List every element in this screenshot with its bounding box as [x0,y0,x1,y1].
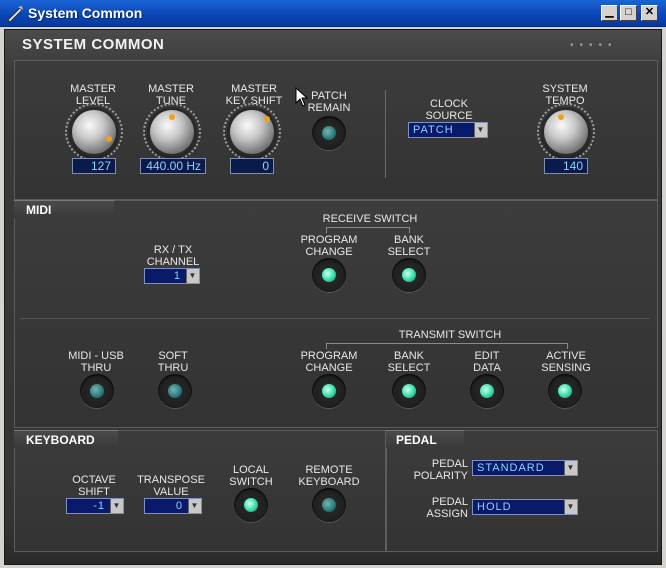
rx-bank-select-led[interactable] [392,258,426,292]
bracket-tick [326,227,327,233]
tx-active-sensing-led[interactable] [548,374,582,408]
pedal-title: PEDAL [396,433,437,447]
tx-active-sensing-label: ACTIVE SENSING [541,350,591,374]
app-icon [7,6,23,22]
transmit-switch-title: TRANSMIT SWITCH [398,329,502,341]
clock-source-label: CLOCK SOURCE [425,98,473,122]
rx-tx-channel-dropdown[interactable]: 1 ▼ [144,268,200,284]
soft-thru-label: SOFT THRU [157,350,189,374]
rx-program-change-led[interactable] [312,258,346,292]
remote-keyboard-label: REMOTE KEYBOARD [298,464,360,488]
local-switch-led[interactable] [234,488,268,522]
title-bar: System Common ▁ □ ✕ [0,0,666,27]
master-level-value[interactable]: 127 [72,158,116,174]
page-title: SYSTEM COMMON [22,36,165,53]
octave-shift-label: OCTAVE SHIFT [72,474,116,498]
decor-dots: ••••• [570,40,618,51]
chevron-down-icon: ▼ [188,499,201,513]
receive-switch-bracket [326,227,410,228]
patch-remain-led[interactable] [312,116,346,150]
receive-switch-title: RECEIVE SWITCH [322,213,418,225]
pedal-polarity-dropdown[interactable]: STANDARD ▼ [472,460,578,476]
rx-tx-channel-label: RX / TX CHANNEL [146,244,200,268]
clock-source-dropdown[interactable]: PATCH ▼ [408,122,488,138]
master-tune-knob[interactable] [143,103,201,161]
master-key-shift-knob[interactable] [223,103,281,161]
remote-keyboard-led[interactable] [312,488,346,522]
system-tempo-knob[interactable] [537,103,595,161]
maximize-icon: □ [625,6,632,18]
tx-program-change-label: PROGRAM CHANGE [300,350,358,374]
pedal-assign-label: PEDAL ASSIGN [426,496,468,520]
window-title: System Common [28,5,143,21]
minimize-button[interactable]: ▁ [601,5,618,21]
maximize-button[interactable]: □ [620,5,637,21]
chevron-down-icon: ▼ [110,499,123,513]
transmit-switch-bracket [326,343,568,344]
chevron-down-icon: ▼ [564,461,577,475]
master-level-knob[interactable] [65,103,123,161]
minimize-icon: ▁ [605,6,614,18]
chevron-down-icon: ▼ [564,500,577,514]
bracket-tick [326,343,327,349]
midi-title: MIDI [26,203,52,217]
mouse-cursor-icon [295,87,309,107]
midi-usb-thru-led[interactable] [80,374,114,408]
system-tempo-value[interactable]: 140 [544,158,588,174]
pedal-assign-dropdown[interactable]: HOLD ▼ [472,499,578,515]
tx-bank-select-label: BANK SELECT [387,350,431,374]
system-divider [385,90,386,178]
close-button[interactable]: ✕ [641,5,658,21]
pedal-section [386,430,658,552]
tx-edit-data-label: EDIT DATA [473,350,501,374]
tx-edit-data-led[interactable] [470,374,504,408]
rx-bank-select-label: BANK SELECT [387,234,431,258]
tx-program-change-led[interactable] [312,374,346,408]
rx-program-change-label: PROGRAM CHANGE [300,234,358,258]
chevron-down-icon: ▼ [186,269,199,283]
keyboard-title: KEYBOARD [26,433,95,447]
master-key-shift-value[interactable]: 0 [230,158,274,174]
transpose-value-dropdown[interactable]: 0 ▼ [144,498,202,514]
octave-shift-dropdown[interactable]: -1 ▼ [66,498,124,514]
chevron-down-icon: ▼ [474,123,487,137]
close-icon: ✕ [644,6,655,18]
midi-divider [20,318,650,319]
transpose-value-label: TRANSPOSE VALUE [137,474,205,498]
soft-thru-led[interactable] [158,374,192,408]
bracket-tick [567,343,568,349]
local-switch-label: LOCAL SWITCH [229,464,273,488]
midi-usb-thru-label: MIDI - USB THRU [68,350,124,374]
master-tune-value[interactable]: 440.00 Hz [140,158,206,174]
pedal-polarity-label: PEDAL POLARITY [413,458,468,482]
tx-bank-select-led[interactable] [392,374,426,408]
bracket-tick [409,227,410,233]
